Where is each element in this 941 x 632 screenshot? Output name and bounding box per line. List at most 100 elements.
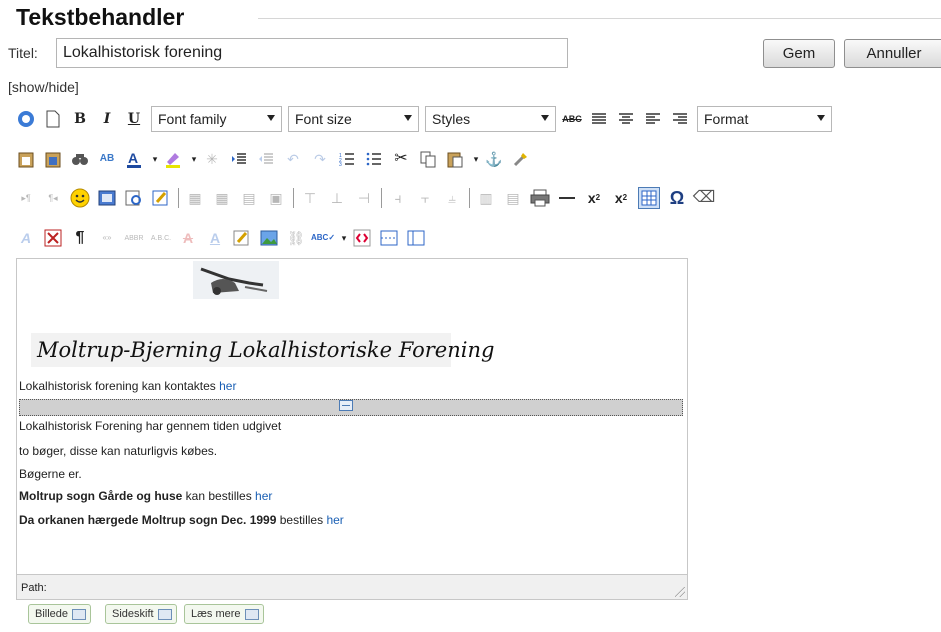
cleanup-icon[interactable]: ✳	[202, 149, 222, 169]
align-right-icon[interactable]	[670, 109, 690, 129]
toolbar-row-1: B I U Font family Font size Styles ABC F…	[16, 106, 838, 132]
read-more-button[interactable]: Læs mere	[184, 604, 264, 624]
cite-icon[interactable]: «»	[97, 228, 117, 248]
justify-icon[interactable]	[589, 109, 609, 129]
print-icon[interactable]	[530, 188, 550, 208]
row-before-icon[interactable]: ⊤	[300, 188, 320, 208]
cut-icon[interactable]: ✂	[391, 149, 411, 169]
svg-text:3: 3	[339, 162, 342, 166]
resize-grip-icon[interactable]	[675, 587, 685, 597]
align-left-icon[interactable]	[643, 109, 663, 129]
font-size-select[interactable]: Font size	[288, 106, 419, 132]
row-props-icon[interactable]: ▤	[239, 188, 259, 208]
ins-icon[interactable]: A	[205, 228, 225, 248]
text-color-icon[interactable]: A	[124, 149, 144, 169]
strikethrough-icon[interactable]: ABC	[562, 109, 582, 129]
delete-col-icon[interactable]: ⫨	[442, 188, 462, 208]
del-icon[interactable]: A	[178, 228, 198, 248]
ordered-list-icon[interactable]: 123	[337, 149, 357, 169]
help-icon[interactable]	[16, 109, 36, 129]
paste-icon[interactable]	[445, 149, 465, 169]
title-input[interactable]	[56, 38, 568, 68]
show-hide-toggle[interactable]: [show/hide]	[8, 79, 79, 95]
table-props-icon[interactable]: ▦	[212, 188, 232, 208]
abbr-icon[interactable]: ABBR	[124, 228, 144, 248]
html-source-icon[interactable]	[352, 228, 372, 248]
align-center-icon[interactable]	[616, 109, 636, 129]
paste-text-icon[interactable]	[16, 149, 36, 169]
anchor-icon[interactable]: ⚓	[484, 149, 504, 169]
paragraph-2: to bøger, disse kan naturligvis købes.	[19, 444, 218, 458]
toolbar-separator	[381, 188, 382, 208]
new-document-icon[interactable]	[43, 109, 63, 129]
paste-dropdown-icon[interactable]: ▾	[472, 149, 480, 169]
paste-word-icon[interactable]	[43, 149, 63, 169]
spellcheck-icon[interactable]: ABC✓	[311, 228, 335, 248]
redo-icon[interactable]: ↷	[310, 149, 330, 169]
svg-text:A: A	[128, 150, 138, 166]
contact-link[interactable]: her	[219, 379, 236, 393]
italic-icon[interactable]: I	[97, 109, 117, 129]
special-char-icon[interactable]: Ω	[667, 188, 687, 208]
table-delete-icon[interactable]: ▦	[185, 188, 205, 208]
find-icon[interactable]	[70, 149, 90, 169]
editor-content-area[interactable]: Moltrup-Bjerning Lokalhistoriske Forenin…	[17, 259, 687, 574]
book-suffix-1: kan bestilles	[182, 489, 256, 503]
cancel-button[interactable]: Annuller	[844, 39, 941, 68]
bold-icon[interactable]: B	[70, 109, 90, 129]
save-button[interactable]: Gem	[763, 39, 835, 68]
underline-icon[interactable]: U	[124, 109, 144, 129]
attributes-icon[interactable]	[232, 228, 252, 248]
outdent-icon[interactable]	[256, 149, 276, 169]
paragraph-3: Bøgerne er.	[19, 467, 82, 481]
book-link-2[interactable]: her	[326, 513, 343, 527]
highlight-color-icon[interactable]	[163, 149, 183, 169]
text-color-dropdown-icon[interactable]: ▾	[151, 149, 159, 169]
format-value: Format	[704, 111, 749, 127]
superscript-icon[interactable]: x2	[611, 188, 631, 208]
ltr-icon[interactable]: ▸¶	[16, 188, 36, 208]
styleprops-icon[interactable]: A	[16, 228, 36, 248]
book-link-1[interactable]: her	[255, 489, 272, 503]
col-before-icon[interactable]: ⫞	[388, 188, 408, 208]
toolbar-row-2: AB A ▾ ▾ ✳ ↶ ↷ 123 ✂ ▾ ⚓	[16, 146, 538, 172]
unlink-icon[interactable]: ⛓	[286, 228, 306, 248]
format-select[interactable]: Format	[697, 106, 832, 132]
remove-format-icon[interactable]: ⌫	[693, 188, 716, 208]
merge-cells-icon[interactable]: ▤	[503, 188, 523, 208]
row-after-icon[interactable]: ⊥	[327, 188, 347, 208]
styles-select[interactable]: Styles	[425, 106, 556, 132]
nonbreaking-icon[interactable]	[43, 228, 63, 248]
rtl-icon[interactable]: ¶◂	[43, 188, 63, 208]
paragraph-icon[interactable]: ¶	[70, 228, 90, 248]
contact-text: Lokalhistorisk forening kan kontaktes	[19, 379, 220, 393]
image-icon[interactable]	[259, 228, 279, 248]
replace-icon[interactable]: AB	[97, 149, 117, 169]
link-icon[interactable]	[511, 149, 531, 169]
undo-icon[interactable]: ↶	[283, 149, 303, 169]
media-icon[interactable]	[97, 188, 117, 208]
col-after-icon[interactable]: ⫟	[415, 188, 435, 208]
unordered-list-icon[interactable]	[364, 149, 384, 169]
acronym-icon[interactable]: A.B.C.	[151, 228, 171, 248]
cell-props-icon[interactable]: ▣	[266, 188, 286, 208]
society-heading: Moltrup-Bjerning Lokalhistoriske Forenin…	[37, 338, 495, 362]
edit-css-icon[interactable]	[151, 188, 171, 208]
insert-image-button[interactable]: Billede	[28, 604, 92, 624]
toolbar-separator	[178, 188, 179, 208]
font-family-select[interactable]: Font family	[151, 106, 282, 132]
insert-pagebreak-button[interactable]: Sideskift	[105, 604, 177, 624]
highlight-dropdown-icon[interactable]: ▾	[190, 149, 198, 169]
copy-icon[interactable]	[418, 149, 438, 169]
delete-row-icon[interactable]: ⊣	[354, 188, 374, 208]
visual-aid-icon[interactable]	[638, 187, 660, 209]
horizontal-rule-icon[interactable]	[557, 188, 577, 208]
template-icon[interactable]	[406, 228, 426, 248]
indent-icon[interactable]	[229, 149, 249, 169]
split-cells-icon[interactable]: ▥	[476, 188, 496, 208]
subscript-icon[interactable]: x2	[584, 188, 604, 208]
pagebreak-insert-icon[interactable]	[379, 228, 399, 248]
emoticons-icon[interactable]	[70, 188, 90, 208]
spellcheck-dropdown-icon[interactable]: ▾	[340, 228, 348, 248]
preview-icon[interactable]	[124, 188, 144, 208]
